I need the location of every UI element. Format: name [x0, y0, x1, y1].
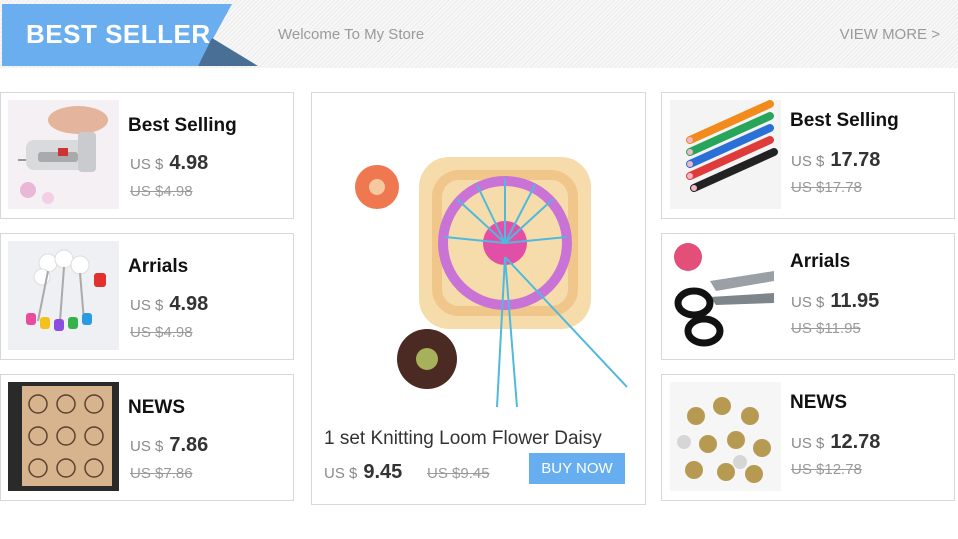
- featured-product-price: US $ 9.45: [324, 461, 403, 483]
- product-old-price: US $17.78: [791, 179, 862, 196]
- product-old-price: US $4.98: [130, 183, 193, 200]
- view-more-link[interactable]: VIEW MORE >: [840, 26, 940, 43]
- metal-bells-image: [670, 382, 781, 491]
- product-price: US $ 4.98: [130, 152, 209, 174]
- product-old-price: US $11.95: [791, 320, 861, 337]
- product-card[interactable]: Best Selling US $ 17.78 US $17.78: [661, 92, 955, 219]
- product-price: US $ 17.78: [791, 149, 881, 171]
- product-title[interactable]: NEWS: [128, 397, 185, 419]
- product-title[interactable]: Arrials: [790, 251, 850, 273]
- product-thumbnail[interactable]: [8, 100, 119, 209]
- product-old-price: US $12.78: [791, 461, 862, 478]
- flower-loom-image: [327, 107, 631, 411]
- product-card[interactable]: NEWS US $ 7.86 US $7.86: [0, 374, 294, 501]
- best-seller-badge: BEST SELLER: [2, 4, 258, 66]
- buy-now-button[interactable]: BUY NOW: [529, 453, 625, 484]
- featured-product-title[interactable]: 1 set Knitting Loom Flower Daisy: [324, 428, 602, 450]
- sewing-machine-image: [8, 100, 119, 209]
- pearl-pins-image: [8, 241, 119, 350]
- product-card[interactable]: Best Selling US $ 4.98 US $4.98: [0, 92, 294, 219]
- chalk-pencils-image: [670, 100, 781, 209]
- product-old-price: US $4.98: [130, 324, 193, 341]
- product-title[interactable]: Arrials: [128, 256, 188, 278]
- stencil-templates-image: [8, 382, 119, 491]
- product-title[interactable]: NEWS: [790, 392, 847, 414]
- product-card[interactable]: Arrials US $ 11.95 US $11.95: [661, 233, 955, 360]
- product-thumbnail[interactable]: [670, 100, 781, 209]
- product-thumbnail[interactable]: [8, 382, 119, 491]
- product-thumbnail[interactable]: [670, 241, 781, 350]
- product-price: US $ 7.86: [130, 434, 209, 456]
- product-card[interactable]: NEWS US $ 12.78 US $12.78: [661, 374, 955, 501]
- product-price: US $ 11.95: [791, 290, 880, 312]
- product-price: US $ 4.98: [130, 293, 209, 315]
- badge-title: BEST SELLER: [26, 19, 211, 49]
- product-thumbnail[interactable]: [8, 241, 119, 350]
- product-price: US $ 12.78: [791, 431, 881, 453]
- featured-product-image[interactable]: [327, 107, 631, 411]
- product-title[interactable]: Best Selling: [790, 110, 899, 132]
- product-thumbnail[interactable]: [670, 382, 781, 491]
- welcome-text: Welcome To My Store: [278, 26, 425, 43]
- product-card[interactable]: Arrials US $ 4.98 US $4.98: [0, 233, 294, 360]
- pinking-shears-image: [670, 241, 781, 350]
- product-old-price: US $7.86: [130, 465, 193, 482]
- header-banner: BEST SELLER Welcome To My Store VIEW MOR…: [0, 0, 958, 68]
- featured-product-card[interactable]: 1 set Knitting Loom Flower Daisy US $ 9.…: [311, 92, 646, 505]
- featured-old-price: US $9.45: [427, 465, 490, 482]
- product-title[interactable]: Best Selling: [128, 115, 237, 137]
